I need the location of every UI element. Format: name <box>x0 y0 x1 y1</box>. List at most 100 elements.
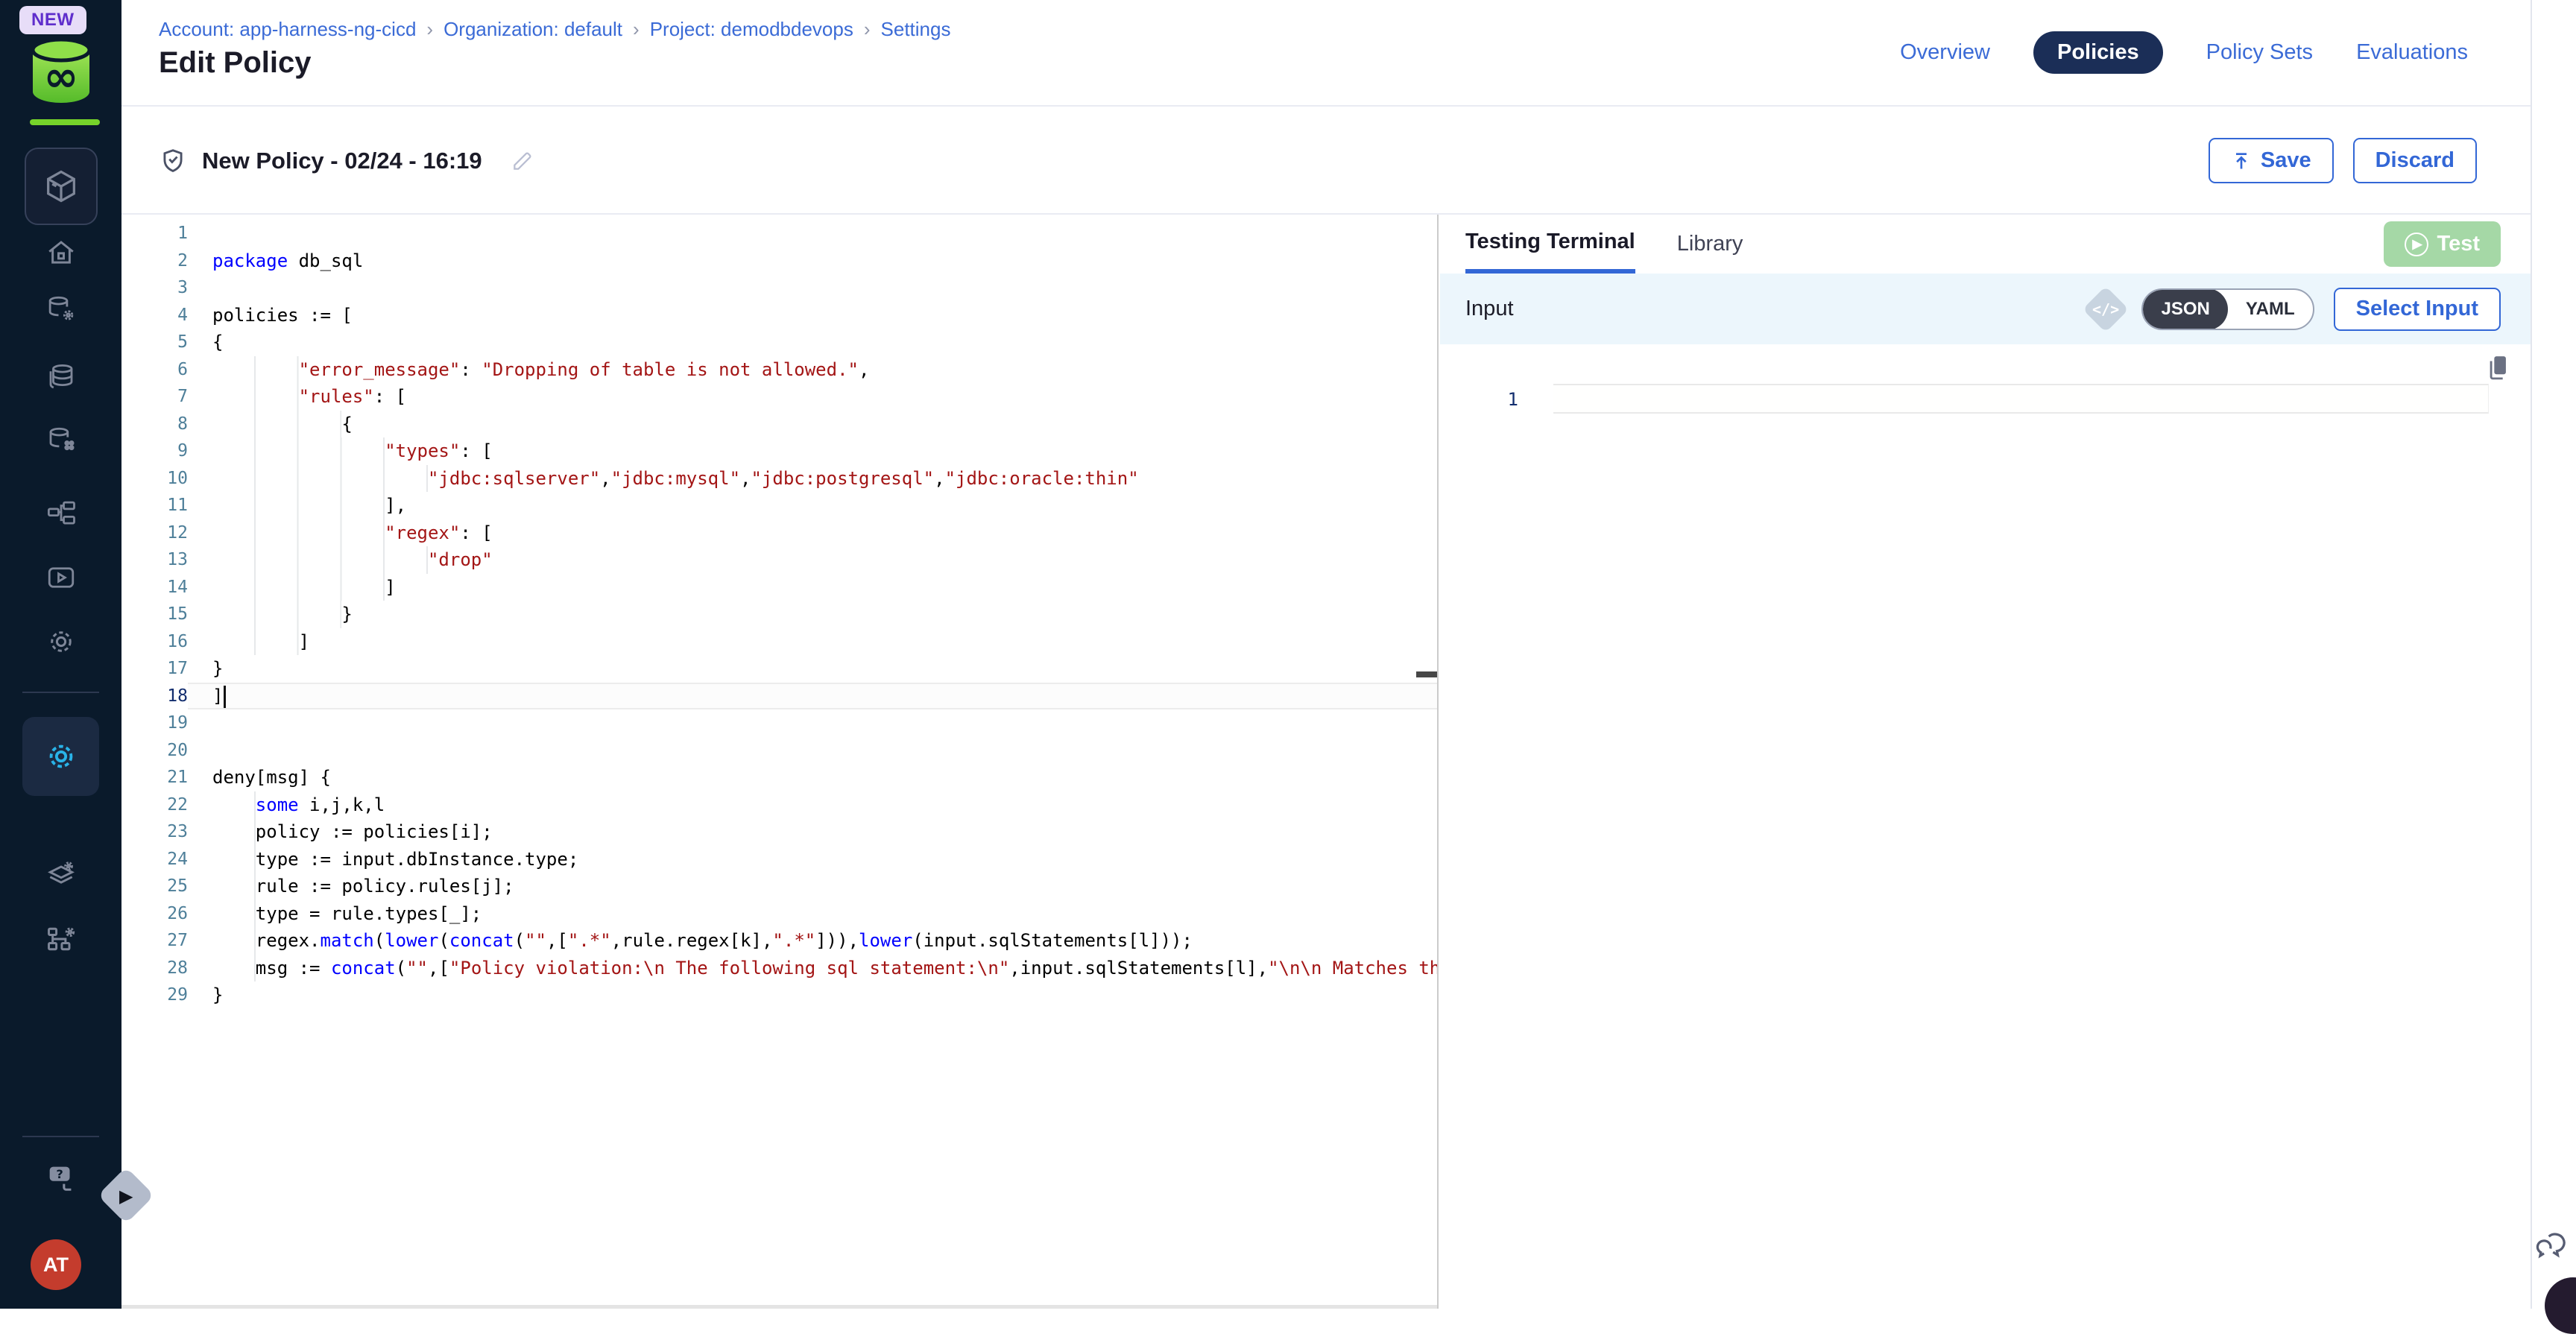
code-line[interactable]: 25rule := policy.rules[j]; <box>121 873 1437 900</box>
code-line[interactable]: 19 <box>121 709 1437 737</box>
line-number: 10 <box>121 465 188 493</box>
sidebar-item-database-settings[interactable] <box>0 294 121 325</box>
breadcrumb-separator: › <box>426 18 433 41</box>
line-number: 16 <box>121 628 188 656</box>
breadcrumb-item[interactable]: Organization: default <box>443 18 622 41</box>
code-line[interactable]: 21deny[msg] { <box>121 764 1437 791</box>
code-line[interactable]: 14] <box>121 574 1437 601</box>
indent-guides <box>212 546 428 574</box>
sidebar-item-databases[interactable] <box>0 362 121 393</box>
select-input-button[interactable]: Select Input <box>2334 288 2501 331</box>
support-chat-button[interactable] <box>2531 1226 2572 1267</box>
line-number: 27 <box>121 927 188 955</box>
indent-guides <box>212 791 256 819</box>
code-line[interactable]: 27regex.match(lower(concat("",[".*",rule… <box>121 927 1437 955</box>
terminal-tab-library[interactable]: Library <box>1677 215 1743 274</box>
tab-overview[interactable]: Overview <box>1900 31 1990 74</box>
code-line[interactable]: 13"drop" <box>121 546 1437 574</box>
line-content: ] <box>188 574 1437 601</box>
terminal-tab-testing-terminal[interactable]: Testing Terminal <box>1465 215 1635 274</box>
sidebar-item-settings-active[interactable] <box>22 717 99 796</box>
line-content: policy := policies[i]; <box>188 818 1437 846</box>
code-line[interactable]: 22some i,j,k,l <box>121 791 1437 819</box>
sidebar-item-database-instances[interactable] <box>0 425 121 456</box>
database-gear-icon <box>45 294 77 325</box>
svg-text:∞: ∞ <box>44 53 79 101</box>
hierarchy-gear-icon <box>45 923 78 955</box>
sidebar-item-home[interactable] <box>0 237 121 268</box>
corner-widget <box>2545 1277 2576 1334</box>
sidebar-item-pipelines[interactable] <box>0 498 121 529</box>
code-line[interactable]: 12"regex": [ <box>121 519 1437 547</box>
sidebar-item-governance[interactable] <box>0 923 121 955</box>
sidebar-item-policies-module[interactable] <box>0 859 121 891</box>
line-content: ] <box>188 683 1437 710</box>
code-line[interactable]: 10"jdbc:sqlserver","jdbc:mysql","jdbc:po… <box>121 465 1437 493</box>
code-line[interactable]: 6"error_message": "Dropping of table is … <box>121 356 1437 384</box>
line-content: { <box>188 411 1437 438</box>
code-line[interactable]: 15} <box>121 601 1437 628</box>
code-line[interactable]: 23policy := policies[i]; <box>121 818 1437 846</box>
breadcrumb-item[interactable]: Account: app-harness-ng-cicd <box>159 18 416 41</box>
tab-policy-sets[interactable]: Policy Sets <box>2206 31 2313 74</box>
code-line[interactable]: 26type = rule.types[_]; <box>121 900 1437 928</box>
play-circle-icon: ▶ <box>2405 233 2428 256</box>
code-line[interactable]: 29} <box>121 981 1437 1009</box>
horizontal-scrollbar[interactable] <box>121 1305 1437 1309</box>
sidebar-item-module[interactable] <box>25 148 98 225</box>
breadcrumb-item[interactable]: Settings <box>881 18 951 41</box>
indent-guides <box>212 927 256 955</box>
line-number: 29 <box>121 981 188 1009</box>
tab-policies[interactable]: Policies <box>2033 31 2163 74</box>
line-number: 4 <box>121 302 188 329</box>
copy-button[interactable] <box>2486 353 2511 385</box>
line-content: rule := policy.rules[j]; <box>188 873 1437 900</box>
code-line[interactable]: 7"rules": [ <box>121 383 1437 411</box>
code-line[interactable]: 24type := input.dbInstance.type; <box>121 846 1437 873</box>
code-line[interactable]: 5{ <box>121 329 1437 356</box>
code-line[interactable]: 28msg := concat("",["Policy violation:\n… <box>121 955 1437 982</box>
settings-gear-active-icon <box>44 739 78 774</box>
policy-code-editor[interactable]: 12package db_sql34policies := [5{6"error… <box>121 215 1439 1309</box>
format-option-json[interactable]: JSON <box>2143 288 2227 330</box>
sidebar-collapse-handle[interactable]: ▶ <box>106 1175 151 1220</box>
input-active-line[interactable] <box>1553 384 2489 414</box>
line-content: } <box>188 601 1437 628</box>
line-content <box>188 274 1437 302</box>
code-line[interactable]: 11], <box>121 492 1437 519</box>
code-line[interactable]: 9"types": [ <box>121 437 1437 465</box>
test-button[interactable]: ▶ Test <box>2384 221 2501 267</box>
save-button[interactable]: Save <box>2209 138 2334 183</box>
code-line[interactable]: 20 <box>121 737 1437 765</box>
avatar[interactable]: AT <box>31 1239 81 1290</box>
breadcrumb-item[interactable]: Project: demodbdevops <box>650 18 853 41</box>
code-line[interactable]: 2package db_sql <box>121 247 1437 275</box>
line-content <box>188 220 1437 247</box>
format-option-yaml[interactable]: YAML <box>2228 288 2313 330</box>
line-number: 9 <box>121 437 188 465</box>
line-content: type := input.dbInstance.type; <box>188 846 1437 873</box>
line-number: 8 <box>121 411 188 438</box>
line-number: 28 <box>121 955 188 982</box>
indent-guides <box>212 873 256 900</box>
code-line[interactable]: 18] <box>121 683 1437 710</box>
line-content: deny[msg] { <box>188 764 1437 791</box>
line-content: some i,j,k,l <box>188 791 1437 819</box>
sidebar-item-configuration[interactable] <box>0 626 121 657</box>
code-line[interactable]: 3 <box>121 274 1437 302</box>
tab-evaluations[interactable]: Evaluations <box>2356 31 2468 74</box>
code-line[interactable]: 8{ <box>121 411 1437 438</box>
line-content: "jdbc:sqlserver","jdbc:mysql","jdbc:post… <box>188 465 1437 493</box>
code-line[interactable]: 16] <box>121 628 1437 656</box>
format-toggle: JSONYAML <box>2141 288 2314 330</box>
indent-guides <box>212 628 299 656</box>
utility-rail <box>2531 0 2576 1309</box>
sidebar-item-executions[interactable] <box>0 562 121 593</box>
code-line[interactable]: 1 <box>121 220 1437 247</box>
discard-button[interactable]: Discard <box>2353 138 2477 183</box>
code-line[interactable]: 4policies := [ <box>121 302 1437 329</box>
pipeline-icon <box>45 498 77 529</box>
code-line[interactable]: 17} <box>121 655 1437 683</box>
edit-pencil-icon[interactable] <box>511 149 534 173</box>
terminal-tabs: Testing Terminal Library <box>1440 215 2531 274</box>
